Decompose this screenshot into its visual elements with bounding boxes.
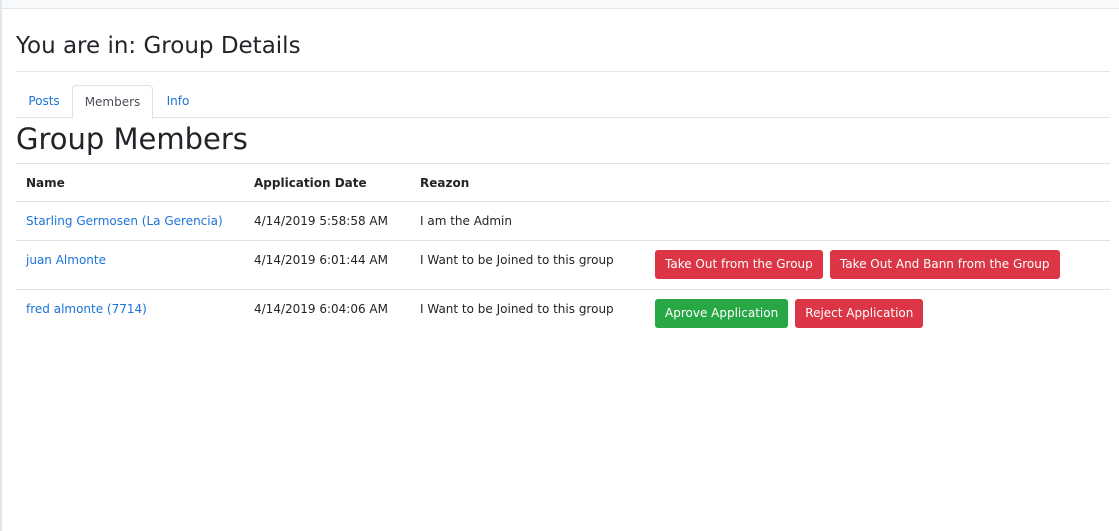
title-divider [16, 71, 1110, 72]
section-title: Group Members [16, 122, 248, 156]
tab-members[interactable]: Members [72, 85, 153, 119]
column-header-application-date: Application Date [254, 176, 367, 190]
row-actions: Aprove Application Reject Application [655, 299, 925, 328]
tab-bar: Posts Members Info [16, 85, 1110, 119]
page-frame: You are in: Group Details Posts Members … [0, 0, 1119, 531]
member-name-link[interactable]: fred almonte (7714) [26, 302, 147, 316]
row-actions: Take Out from the Group Take Out And Ban… [655, 250, 1062, 279]
application-date: 4/14/2019 6:01:44 AM [254, 253, 388, 267]
members-table: Name Application Date Reazon Starling Ge… [16, 163, 1110, 338]
top-bar [2, 0, 1119, 9]
tab-info[interactable]: Info [153, 85, 203, 118]
application-date: 4/14/2019 5:58:58 AM [254, 214, 388, 228]
table-header-row: Name Application Date Reazon [16, 163, 1110, 202]
member-name-link[interactable]: Starling Germosen (La Gerencia) [26, 214, 223, 228]
reason-text: I Want to be Joined to this group [420, 253, 614, 267]
column-header-name: Name [26, 176, 65, 190]
application-date: 4/14/2019 6:04:06 AM [254, 302, 388, 316]
reject-application-button[interactable]: Reject Application [795, 299, 924, 328]
tab-posts[interactable]: Posts [16, 85, 72, 118]
page-title: You are in: Group Details [16, 33, 301, 59]
approve-application-button[interactable]: Aprove Application [655, 299, 789, 328]
table-row: Starling Germosen (La Gerencia) 4/14/201… [16, 202, 1110, 240]
column-header-reason: Reazon [420, 176, 470, 190]
member-name-link[interactable]: juan Almonte [26, 253, 106, 267]
take-out-and-bann-button[interactable]: Take Out And Bann from the Group [829, 250, 1060, 279]
table-row: juan Almonte 4/14/2019 6:01:44 AM I Want… [16, 240, 1110, 289]
table-row: fred almonte (7714) 4/14/2019 6:04:06 AM… [16, 289, 1110, 338]
reason-text: I Want to be Joined to this group [420, 302, 614, 316]
reason-text: I am the Admin [420, 214, 512, 228]
take-out-from-group-button[interactable]: Take Out from the Group [655, 250, 823, 279]
